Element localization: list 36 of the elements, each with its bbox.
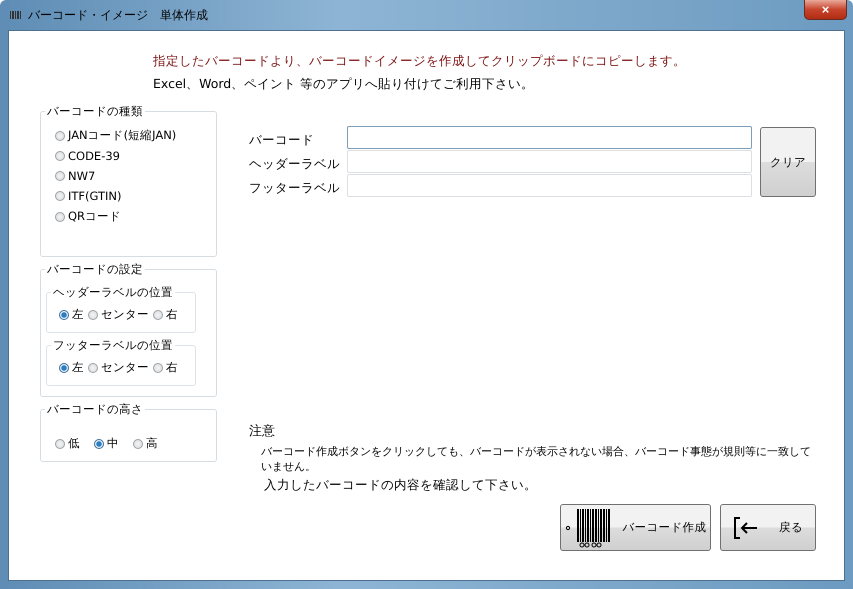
close-button[interactable]: × — [804, 0, 847, 20]
note-text: 入力したバーコードの内容を確認して下さい。 — [263, 476, 538, 494]
group-title: バーコードの設定 — [45, 262, 145, 277]
radio-button[interactable]: NW7 — [55, 169, 210, 183]
group-title: フッターラベルの位置 — [51, 338, 175, 353]
radio-button[interactable]: 右 — [153, 307, 178, 322]
note-text: バーコード作成ボタンをクリックしても、バーコードが表示されない場合、バーコード事態が規則等に一致していません。 — [260, 444, 812, 474]
barcode-icon — [10, 10, 22, 20]
clear-button[interactable]: クリア — [760, 127, 816, 197]
input-field[interactable] — [347, 126, 752, 149]
description-text: 指定したバーコードより、バーコードイメージを作成してクリップボードにコピーします。 — [153, 53, 687, 70]
radio-button[interactable]: JANコード(短縮JAN) — [55, 128, 210, 143]
note-title: 注意 — [249, 423, 276, 440]
field-label: ヘッダーラベル — [249, 155, 341, 173]
field-label: バーコード — [249, 131, 315, 149]
radio-button[interactable]: 右 — [153, 360, 178, 375]
field-label: フッターラベル — [249, 179, 341, 197]
radio-button[interactable]: 中 — [94, 436, 119, 451]
back-button[interactable]: 戻る — [720, 504, 816, 551]
radio-button[interactable]: 高 — [133, 436, 158, 451]
radio-button[interactable]: センター — [88, 307, 149, 322]
exit-icon — [733, 516, 759, 540]
barcode-icon — [564, 508, 612, 548]
radio-button[interactable]: 低 — [55, 436, 80, 451]
radio-button[interactable]: QRコード — [55, 209, 210, 224]
window-title: バーコード・イメージ 単体作成 — [28, 6, 208, 24]
radio-button[interactable]: ITF(GTIN) — [55, 189, 210, 203]
group-title: バーコードの高さ — [45, 402, 145, 417]
group-title: バーコードの種類 — [45, 104, 145, 119]
create-barcode-button[interactable]: バーコード作成 — [560, 504, 711, 551]
group-title: ヘッダーラベルの位置 — [51, 285, 175, 300]
radio-button[interactable]: CODE-39 — [55, 149, 210, 163]
description-text: Excel、Word、ペイント 等のアプリへ貼り付けてご利用下さい。 — [153, 76, 536, 93]
radio-button[interactable]: 左 — [59, 307, 84, 322]
radio-button[interactable]: 左 — [59, 360, 84, 375]
radio-button[interactable]: センター — [88, 360, 149, 375]
